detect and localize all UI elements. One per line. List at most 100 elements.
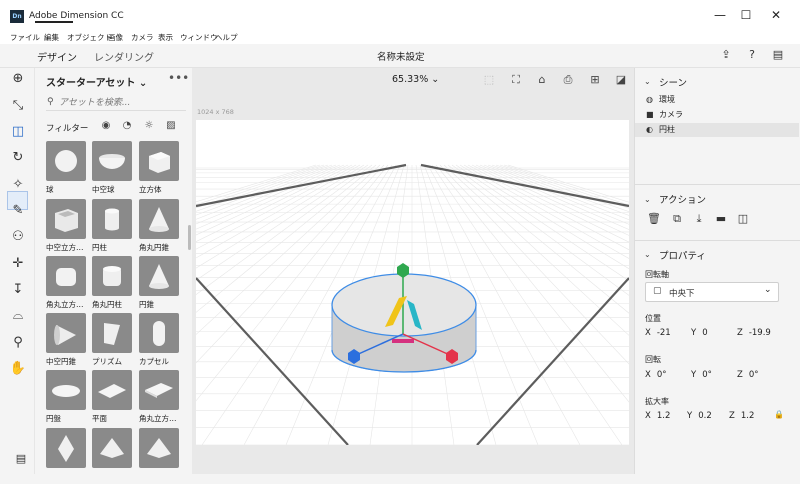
pivot-label: 回転軸 bbox=[645, 270, 669, 279]
menu-image[interactable]: 画像 bbox=[108, 32, 123, 43]
export-icon[interactable]: ◫ bbox=[736, 212, 750, 226]
assets-title[interactable]: スターターアセット ⌄ bbox=[46, 74, 147, 89]
asset-thumbnail bbox=[139, 370, 179, 410]
asset-search-input[interactable]: アセットを検索... bbox=[59, 95, 189, 109]
scene-item-cylinder[interactable]: ◐ 円柱 bbox=[635, 123, 799, 137]
scale-y-field[interactable]: Y 0.2 bbox=[687, 411, 712, 421]
scale-x-field[interactable]: X 1.2 bbox=[645, 411, 670, 421]
asset-thumbnail bbox=[46, 141, 86, 181]
rotation-y-field[interactable]: Y 0° bbox=[691, 370, 712, 380]
assets-scrollbar[interactable] bbox=[188, 225, 191, 250]
move-vertical-icon[interactable]: ↧ bbox=[9, 281, 27, 299]
asset-label: カプセル bbox=[139, 357, 169, 366]
delete-icon[interactable]: 🗑 bbox=[647, 212, 661, 226]
menu-edit[interactable]: 編集 bbox=[44, 32, 59, 43]
group-icon[interactable]: ▬ bbox=[714, 212, 728, 226]
position-z-field[interactable]: Z -19.9 bbox=[737, 328, 771, 338]
close-button[interactable]: ✕ bbox=[766, 7, 786, 23]
maximize-button[interactable]: ☐ bbox=[736, 7, 756, 23]
menu-window[interactable]: ウィンドウ bbox=[180, 32, 218, 43]
canvas[interactable] bbox=[196, 120, 629, 445]
asset-item-rounded-cube[interactable]: 角丸立方… bbox=[46, 256, 86, 310]
cylinder-icon: ◐ bbox=[646, 125, 653, 134]
scene-item-environment[interactable]: ◍ 環境 bbox=[635, 93, 799, 107]
duplicate-icon[interactable]: ⧉ bbox=[670, 212, 684, 226]
menu-object[interactable]: オブジェクト bbox=[67, 32, 112, 43]
select-icon[interactable]: ⤡ bbox=[9, 97, 27, 115]
move-icon[interactable]: ◫ bbox=[9, 123, 27, 141]
scene-title[interactable]: シーン bbox=[659, 75, 687, 89]
asset-item-diamond[interactable] bbox=[46, 428, 86, 468]
feedback-icon[interactable]: ▤ bbox=[771, 48, 785, 62]
asset-item-rounded-cylinder[interactable]: 角丸円柱 bbox=[92, 256, 132, 310]
menu-help[interactable]: ヘルプ bbox=[215, 32, 238, 43]
asset-item-capsule[interactable]: カプセル bbox=[139, 313, 179, 367]
asset-item-open-cube[interactable]: 中空立方… bbox=[46, 199, 86, 253]
menu-camera[interactable]: カメラ bbox=[131, 32, 154, 43]
asset-thumbnail bbox=[139, 428, 179, 468]
asset-item-plane[interactable]: 平面 bbox=[92, 370, 132, 424]
share-icon[interactable]: ⇪ bbox=[719, 48, 733, 62]
more-icon[interactable]: ••• bbox=[168, 71, 189, 85]
models-filter-icon[interactable]: ◉ bbox=[100, 120, 112, 132]
asset-item-cone[interactable]: 角丸円錐 bbox=[139, 199, 179, 253]
orbit-icon[interactable]: ⌓ bbox=[9, 307, 27, 325]
asset-item-cube[interactable]: 立方体 bbox=[139, 141, 179, 195]
rotation-z-field[interactable]: Z 0° bbox=[737, 370, 759, 380]
asset-item-hollow-cone[interactable]: 中空円錐 bbox=[46, 313, 86, 367]
properties-title[interactable]: プロパティ bbox=[659, 248, 706, 262]
asset-item-bowl[interactable]: 中空球 bbox=[92, 141, 132, 195]
eyedropper-icon[interactable]: ✎ bbox=[9, 202, 27, 220]
camera-fit-icon[interactable]: ⛶ bbox=[508, 73, 524, 87]
lights-filter-icon[interactable]: ☼ bbox=[143, 120, 155, 132]
render-preview-icon[interactable]: ◪ bbox=[613, 73, 629, 87]
tab-design[interactable]: デザイン bbox=[37, 49, 77, 64]
menu-view[interactable]: 表示 bbox=[158, 32, 173, 43]
tab-render[interactable]: レンダリング bbox=[94, 49, 154, 64]
help-icon[interactable]: ? bbox=[745, 48, 759, 62]
magic-wand-icon[interactable]: ✧ bbox=[9, 176, 27, 194]
menu-file[interactable]: ファイル bbox=[10, 32, 40, 43]
asset-item-disc[interactable]: 円盤 bbox=[46, 370, 86, 424]
sample-icon[interactable]: ⚇ bbox=[9, 228, 27, 246]
asset-thumbnail bbox=[92, 370, 132, 410]
asset-label: 中空球 bbox=[92, 185, 115, 194]
axis-icon[interactable]: ✛ bbox=[9, 255, 27, 273]
zoom-dropdown[interactable]: 65.33% ⌄ bbox=[392, 74, 439, 85]
camera-home-icon[interactable]: ⌂ bbox=[534, 73, 550, 87]
actions-title[interactable]: アクション bbox=[659, 192, 706, 206]
lock-icon[interactable]: 🔒 bbox=[774, 410, 784, 419]
zoom-icon[interactable]: ⚲ bbox=[9, 334, 27, 352]
camera-bookmark-icon[interactable]: ⎙ bbox=[560, 73, 576, 87]
chevron-down-icon[interactable]: ⌄ bbox=[644, 250, 651, 259]
asset-item-sphere[interactable]: 球 bbox=[46, 141, 86, 195]
scale-label: 拡大率 bbox=[645, 397, 669, 406]
chevron-down-icon[interactable]: ⌄ bbox=[644, 195, 651, 204]
materials-filter-icon[interactable]: ◔ bbox=[121, 120, 133, 132]
chevron-down-icon[interactable]: ⌄ bbox=[644, 77, 651, 86]
position-y-field[interactable]: Y0 bbox=[691, 328, 708, 338]
minimize-button[interactable]: — bbox=[710, 7, 730, 23]
add-icon[interactable]: ⊕ bbox=[9, 70, 27, 88]
rotation-label: 回転 bbox=[645, 355, 661, 364]
asset-item-cylinder[interactable]: 円柱 bbox=[92, 199, 132, 253]
frame-icon[interactable]: ⬚ bbox=[481, 73, 497, 87]
camera-add-icon[interactable]: ⊞ bbox=[587, 73, 603, 87]
images-filter-icon[interactable]: ▨ bbox=[165, 120, 177, 132]
rotation-x-field[interactable]: X 0° bbox=[645, 370, 667, 380]
pivot-select[interactable]: ▢ 中央下 ⌄ bbox=[645, 282, 779, 302]
asset-item-pyramid[interactable] bbox=[92, 428, 132, 468]
asset-thumbnail bbox=[46, 428, 86, 468]
panel-toggle-icon[interactable]: ▤ bbox=[13, 452, 29, 466]
asset-item-pyramid[interactable] bbox=[139, 428, 179, 468]
asset-item-rounded-slab[interactable]: 角丸立方… bbox=[139, 370, 179, 424]
position-x-field[interactable]: X -21 bbox=[645, 328, 671, 338]
hand-icon[interactable]: ✋ bbox=[9, 360, 27, 378]
scale-z-field[interactable]: Z 1.2 bbox=[729, 411, 754, 421]
asset-item-cone[interactable]: 円錐 bbox=[139, 256, 179, 310]
asset-item-prism[interactable]: プリズム bbox=[92, 313, 132, 367]
scene-item-camera[interactable]: ■ カメラ bbox=[635, 108, 799, 122]
asset-label: 平面 bbox=[92, 414, 107, 423]
rotate-icon[interactable]: ↻ bbox=[9, 149, 27, 167]
drop-to-ground-icon[interactable]: ⤓ bbox=[692, 212, 706, 226]
